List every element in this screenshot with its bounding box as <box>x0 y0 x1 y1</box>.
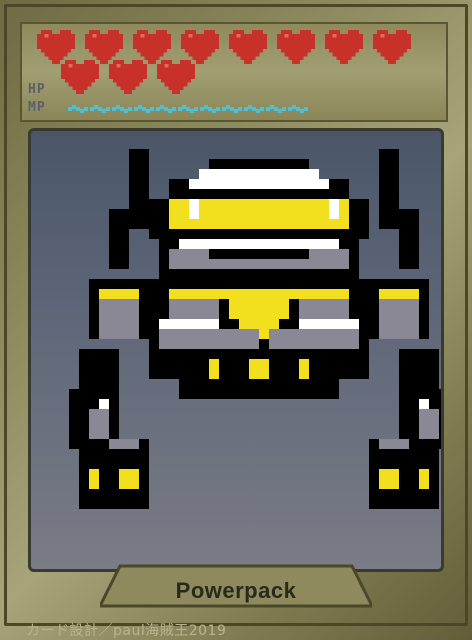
robot-pixel <box>379 299 419 339</box>
mp-pip-icon <box>200 100 220 113</box>
robot-pixel <box>379 149 399 229</box>
robot-pixel <box>299 299 349 319</box>
robot-pixel <box>159 319 219 329</box>
robot-pixel <box>219 289 299 299</box>
heart-icon <box>60 60 100 96</box>
robot-pixel <box>79 499 149 509</box>
robot-pixel <box>89 409 109 439</box>
mp-pip-icon <box>134 100 154 113</box>
robot-sprite <box>69 149 441 509</box>
robot-pixel <box>379 289 419 299</box>
character-portrait <box>28 128 444 572</box>
mp-pip-icon <box>90 100 110 113</box>
heart-icon <box>108 60 148 96</box>
robot-pixel <box>299 319 359 329</box>
robot-pixel <box>329 199 339 219</box>
hp-label: HP <box>28 82 46 97</box>
robot-pixel <box>129 149 149 229</box>
robot-pixel <box>189 179 329 189</box>
robot-pixel <box>169 299 219 319</box>
robot-pixel <box>269 329 359 349</box>
card-credit: カード設計／paul海賊王2019 <box>26 623 227 639</box>
mp-pip-icon <box>112 100 132 113</box>
robot-pixel <box>379 439 409 449</box>
heart-icon <box>156 60 196 96</box>
heart-icon <box>228 30 268 66</box>
mp-pips <box>68 100 348 113</box>
robot-pixel <box>399 209 419 269</box>
robot-pixel <box>299 289 349 299</box>
mp-pip-icon <box>244 100 264 113</box>
game-card: HP MP Powerpack カード設計／paul海賊王2019 <box>0 0 472 640</box>
mp-pip-icon <box>288 100 308 113</box>
mp-pip-icon <box>222 100 242 113</box>
robot-pixel <box>89 469 99 489</box>
mp-pip-icon <box>178 100 198 113</box>
robot-pixel <box>99 299 139 339</box>
robot-pixel <box>379 469 399 489</box>
robot-pixel <box>419 409 439 439</box>
robot-pixel <box>99 399 109 409</box>
robot-pixel <box>189 199 199 219</box>
robot-pixel <box>249 359 269 379</box>
robot-pixel <box>369 499 439 509</box>
robot-pixel <box>99 289 139 299</box>
robot-pixel <box>209 359 219 379</box>
robot-pixel <box>109 439 139 449</box>
robot-pixel <box>209 169 309 179</box>
card-name: Powerpack <box>175 578 297 603</box>
mp-label: MP <box>28 100 46 115</box>
heart-icon <box>372 30 412 66</box>
robot-pixel <box>109 209 129 269</box>
mp-pip-icon <box>156 100 176 113</box>
nameplate-text-area: Powerpack <box>100 564 372 612</box>
robot-pixel <box>209 249 309 259</box>
robot-pixel <box>169 289 219 299</box>
robot-pixel <box>299 359 309 379</box>
robot-pixel <box>419 399 429 409</box>
robot-pixel <box>209 159 309 169</box>
heart-icon <box>276 30 316 66</box>
robot-pixel <box>159 329 259 349</box>
mp-pip-icon <box>68 100 88 113</box>
robot-pixel <box>419 469 429 489</box>
robot-pixel <box>179 239 339 249</box>
mp-pip-icon <box>266 100 286 113</box>
robot-pixel <box>229 299 289 319</box>
robot-pixel <box>119 469 139 489</box>
stats-panel: HP MP <box>20 22 448 122</box>
heart-icon <box>324 30 364 66</box>
